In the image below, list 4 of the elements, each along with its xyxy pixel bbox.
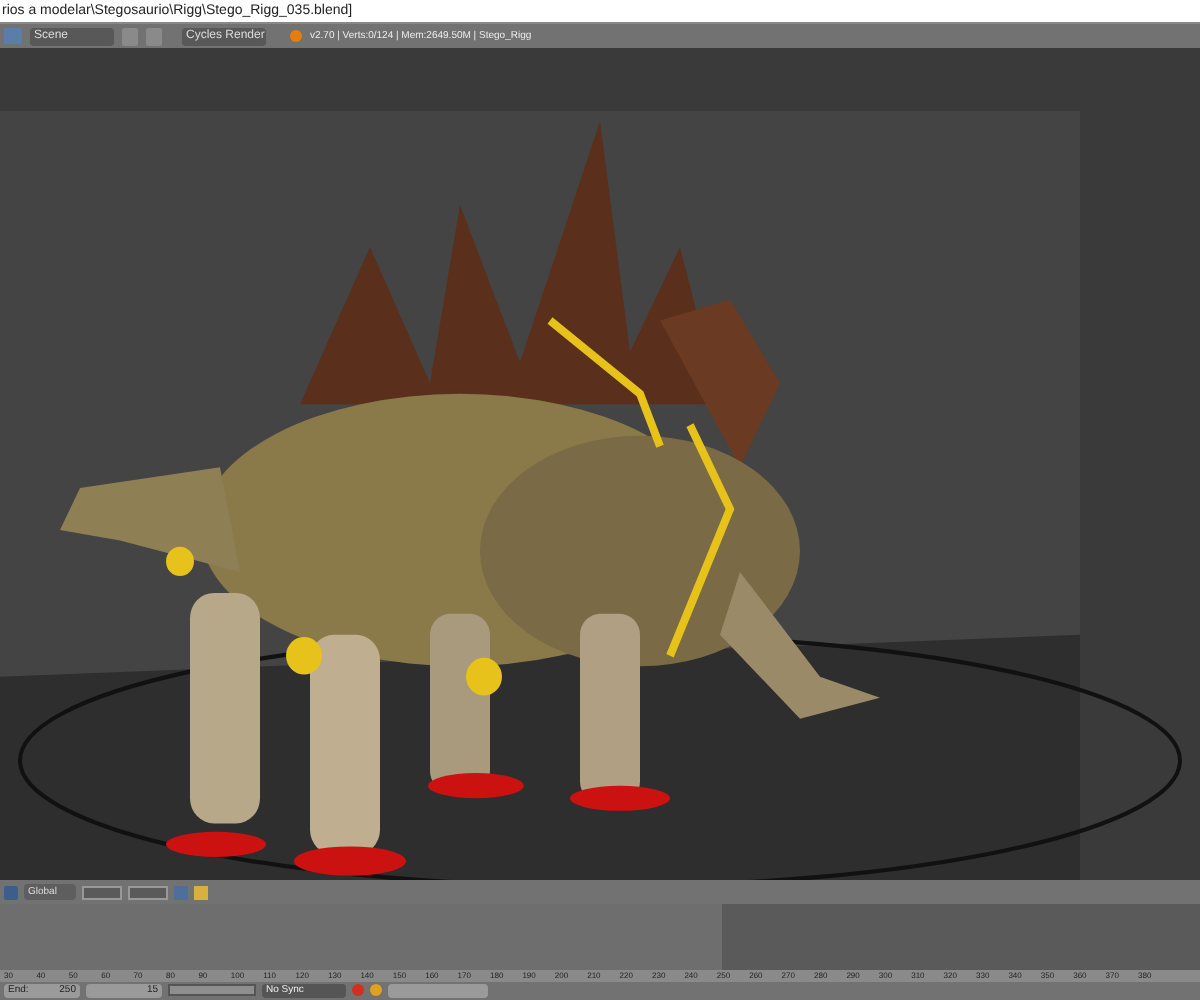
add-scene-button[interactable] (122, 27, 138, 45)
remove-scene-button[interactable] (146, 27, 162, 45)
record-icon[interactable] (352, 984, 364, 996)
keying-set-field[interactable] (388, 983, 488, 997)
